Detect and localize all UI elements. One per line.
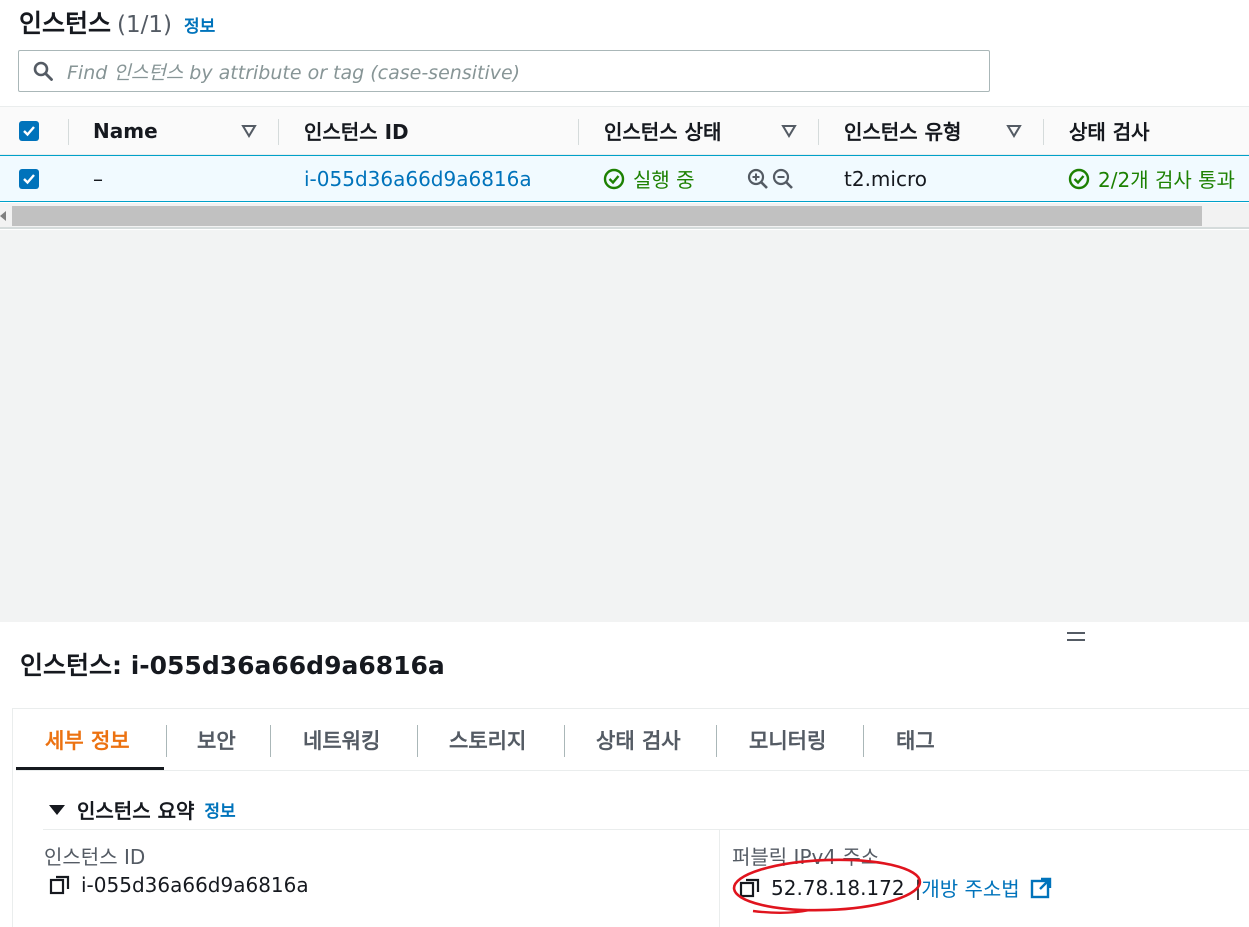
- check-circle-icon: [603, 168, 625, 189]
- scrollbar-thumb[interactable]: [12, 206, 1202, 226]
- tab-divider: [417, 725, 418, 757]
- row-checkbox[interactable]: [19, 156, 39, 201]
- tab-monitoring[interactable]: 모니터링: [749, 709, 826, 771]
- zoom-out-icon[interactable]: [772, 168, 794, 190]
- tab-divider: [564, 725, 565, 757]
- tab-security[interactable]: 보안: [197, 709, 236, 771]
- column-divider: [578, 119, 579, 145]
- column-divider: [68, 119, 69, 145]
- sort-icon[interactable]: [781, 123, 797, 139]
- tab-tags[interactable]: 태그: [896, 709, 935, 771]
- search-placeholder: Find 인스턴스 by attribute or tag (case-sens…: [67, 61, 521, 84]
- column-header-name[interactable]: Name: [93, 107, 158, 154]
- horizontal-scrollbar[interactable]: [0, 203, 1249, 229]
- instance-id-value: i-055d36a66d9a6816a: [49, 873, 309, 897]
- scroll-left-arrow-icon[interactable]: [0, 211, 6, 221]
- detail-tabs-panel: 세부 정보 보안 네트워킹 스토리지 상태 검사 모니터링 태그 인스턴스 요약…: [12, 708, 1249, 927]
- row-status-check: 2/2개 검사 통과: [1068, 156, 1249, 201]
- drag-handle-icon[interactable]: [1067, 632, 1085, 642]
- tab-divider: [863, 725, 864, 757]
- check-circle-icon: [1068, 168, 1090, 189]
- detail-title: 인스턴스: i-055d36a66d9a6816a: [20, 651, 445, 680]
- zoom-in-icon[interactable]: [747, 168, 769, 190]
- tab-bar: 세부 정보 보안 네트워킹 스토리지 상태 검사 모니터링 태그: [16, 709, 1249, 771]
- row-instance-state: 실행 중: [603, 156, 695, 201]
- instance-id-label: 인스턴스 ID: [44, 845, 146, 869]
- sort-icon[interactable]: [241, 123, 257, 139]
- tab-storage[interactable]: 스토리지: [449, 709, 526, 771]
- row-name: –: [93, 166, 103, 191]
- column-divider: [719, 829, 720, 927]
- column-divider: [1043, 119, 1044, 145]
- row-status-check-label: 2/2개 검사 통과: [1098, 168, 1235, 192]
- tab-divider: [716, 725, 717, 757]
- instances-list-panel: 인스턴스 (1/1) 정보 Find 인스턴스 by attribute or t…: [0, 0, 1249, 230]
- column-header-instance-id[interactable]: 인스턴스 ID: [304, 107, 409, 154]
- section-info-link[interactable]: 정보: [204, 797, 235, 822]
- empty-area: [0, 230, 1249, 622]
- column-divider: [278, 119, 279, 145]
- instance-id-text: i-055d36a66d9a6816a: [81, 873, 309, 897]
- section-title: 인스턴스 요약: [77, 799, 195, 823]
- column-header-instance-state[interactable]: 인스턴스 상태: [604, 107, 721, 154]
- copy-icon[interactable]: [49, 874, 71, 896]
- external-link-icon[interactable]: [1030, 877, 1052, 899]
- page-title-row: 인스턴스 (1/1) 정보: [19, 4, 215, 40]
- section-divider: [43, 829, 1249, 830]
- instance-count: (1/1): [117, 12, 172, 38]
- tab-networking[interactable]: 네트워킹: [303, 709, 380, 771]
- tab-divider: [166, 725, 167, 757]
- section-header[interactable]: 인스턴스 요약 정보: [49, 795, 236, 824]
- search-input[interactable]: Find 인스턴스 by attribute or tag (case-sens…: [18, 50, 990, 92]
- sort-icon[interactable]: [1006, 123, 1022, 139]
- checkbox-checked-icon: [19, 120, 39, 141]
- open-address-link[interactable]: 개방 주소법: [921, 873, 1019, 902]
- info-link[interactable]: 정보: [184, 12, 215, 37]
- red-circle-annotation: [732, 858, 922, 914]
- column-header-instance-type[interactable]: 인스턴스 유형: [844, 107, 961, 154]
- select-all-checkbox[interactable]: [19, 107, 39, 154]
- caret-down-icon: [49, 804, 65, 815]
- row-instance-type: t2.micro: [844, 166, 927, 191]
- row-instance-state-label: 실행 중: [633, 168, 695, 192]
- column-header-status-check[interactable]: 상태 검사: [1069, 107, 1150, 154]
- page-title: 인스턴스 (1/1): [19, 9, 172, 38]
- instance-detail-panel: 인스턴스: i-055d36a66d9a6816a 세부 정보 보안 네트워킹 …: [0, 622, 1249, 927]
- row-instance-id-link[interactable]: i-055d36a66d9a6816a: [304, 156, 532, 201]
- tab-status-checks[interactable]: 상태 검사: [596, 709, 681, 771]
- table-row[interactable]: – i-055d36a66d9a6816a 실행 중 t2.micro 2/2개…: [0, 155, 1249, 202]
- tab-divider: [270, 725, 271, 757]
- search-icon: [33, 61, 53, 81]
- table-header: Name 인스턴스 ID 인스턴스 상태 인스턴스 유형 상태 검사: [0, 106, 1249, 155]
- active-tab-indicator: [16, 767, 164, 770]
- checkbox-checked-icon: [19, 168, 39, 189]
- column-divider: [818, 119, 819, 145]
- tab-details[interactable]: 세부 정보: [45, 709, 130, 771]
